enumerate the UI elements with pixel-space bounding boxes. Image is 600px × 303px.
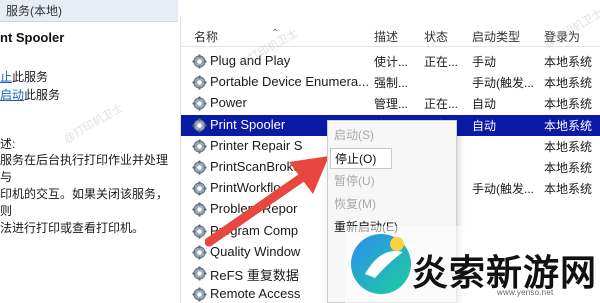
service-row[interactable]: Plug and Play 使计... 正在... 手动 本地系统 xyxy=(181,51,600,72)
sort-up-icon: ⌃ xyxy=(271,28,280,39)
service-description-pane: 服务(本地) nt Spooler 止此服务 启动此服务 述: 服务在后台执行打… xyxy=(0,0,180,303)
service-gear-icon xyxy=(192,75,207,90)
stop-service-action[interactable]: 止此服务 xyxy=(0,68,48,85)
restart-service-action[interactable]: 启动此服务 xyxy=(0,86,60,103)
menu-item-start[interactable]: 启动(S) xyxy=(334,125,452,146)
menu-item-resume[interactable]: 恢复(M) xyxy=(334,194,452,215)
service-logon-as: 本地系统 xyxy=(544,76,593,91)
column-header-row: 名称 ⌃ 描述 状态 启动类型 登录为 xyxy=(181,26,600,46)
service-gear-icon xyxy=(192,96,207,111)
watermark-url: www.yenso.net xyxy=(497,288,554,297)
service-description: 强制... xyxy=(374,76,409,91)
service-gear-icon xyxy=(192,54,207,69)
service-startup-type: 自动 xyxy=(472,118,497,133)
column-status[interactable]: 状态 xyxy=(424,28,448,45)
menu-item-stop[interactable]: 停止(O) xyxy=(330,148,392,169)
menu-item-pause[interactable]: 暂停(U) xyxy=(334,171,452,192)
column-startup-type[interactable]: 启动类型 xyxy=(472,28,520,45)
service-logon-as: 本地系统 xyxy=(544,118,593,133)
service-logon-as: 本地系统 xyxy=(544,55,593,69)
service-gear-icon xyxy=(192,139,207,154)
service-startup-type: 手动(触发... xyxy=(472,182,534,197)
restart-service-suffix: 此服务 xyxy=(24,88,61,102)
service-name: Portable Device Enumera... xyxy=(210,74,368,90)
service-title: nt Spooler xyxy=(0,30,65,45)
service-gear-icon xyxy=(192,287,207,302)
service-name: Power xyxy=(210,95,247,111)
service-row[interactable]: Portable Device Enumera... 强制... 手动(触发... 本… xyxy=(181,72,600,93)
service-logon-as: 本地系统 xyxy=(544,161,593,175)
stop-service-link[interactable]: 止 xyxy=(0,70,12,84)
column-logon-as[interactable]: 登录为 xyxy=(544,28,580,45)
service-gear-icon xyxy=(192,118,207,133)
service-row[interactable]: Power 管理... 正在... 自动 本地系统 xyxy=(181,93,600,114)
service-status: 正在... xyxy=(424,97,459,112)
service-gear-icon xyxy=(192,245,207,260)
column-name[interactable]: 名称 xyxy=(194,28,218,45)
service-startup-type: 自动 xyxy=(472,97,497,112)
description-label: 述: xyxy=(0,137,16,151)
stop-service-suffix: 此服务 xyxy=(12,70,49,84)
service-logon-as: 本地系统 xyxy=(544,139,593,154)
restart-service-link[interactable]: 启动 xyxy=(0,88,24,102)
header-divider xyxy=(181,46,600,47)
service-logon-as: 本地系统 xyxy=(544,97,593,112)
pane-header: 服务(本地) xyxy=(0,0,178,22)
service-gear-icon xyxy=(192,224,207,239)
service-description: 使计... xyxy=(374,55,409,69)
service-name: Plug and Play xyxy=(210,53,291,68)
service-logon-as: 本地系统 xyxy=(544,182,593,197)
service-status: 正在... xyxy=(424,55,459,69)
service-gear-icon xyxy=(192,181,207,196)
column-description[interactable]: 描述 xyxy=(374,28,398,45)
service-gear-icon xyxy=(192,266,207,281)
service-startup-type: 手动 xyxy=(472,55,497,69)
service-startup-type: 手动(触发... xyxy=(472,76,534,91)
service-description: 管理... xyxy=(374,97,409,112)
description-text: 服务在后台执行打印作业并处理与 印机的交互。如果关闭该服务，则 法进行打印或查看… xyxy=(0,153,169,235)
service-gear-icon xyxy=(192,160,207,175)
service-gear-icon xyxy=(192,202,207,217)
